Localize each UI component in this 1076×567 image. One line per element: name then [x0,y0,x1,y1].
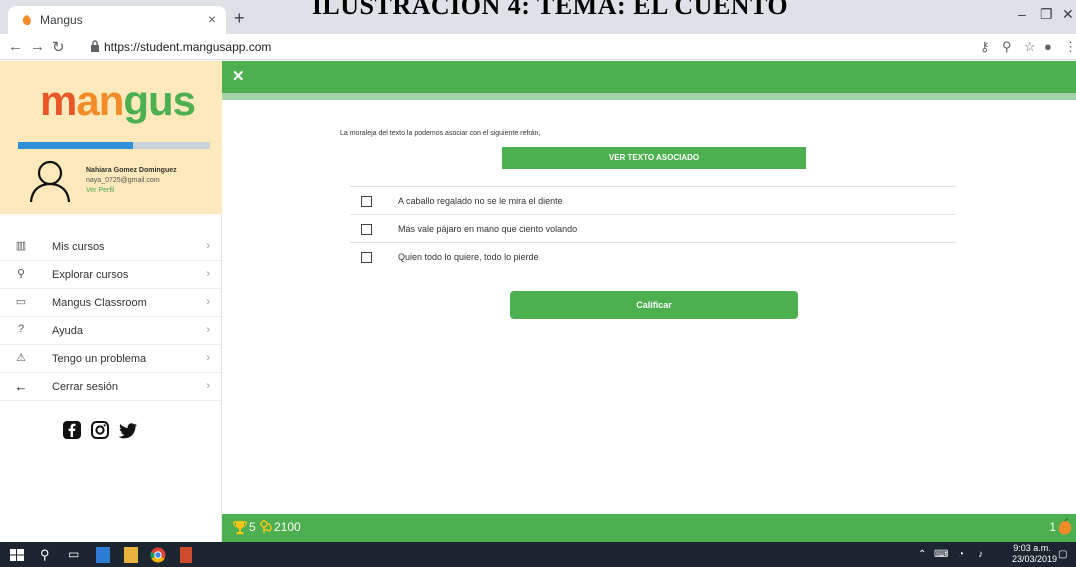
question-text: La moraleja del texto la podemos asociar… [340,130,541,137]
taskbar-search-icon[interactable]: ⚲ [40,547,50,563]
wifi-icon[interactable]: ◔ [958,549,964,560]
minimize-icon[interactable]: – [1018,6,1026,22]
address-bar[interactable]: https://student.mangusapp.com [90,37,790,57]
sidebar-item-mangus-classroom[interactable]: ▭ Mangus Classroom › [0,289,222,317]
course-progress-bar [18,142,210,149]
url-text: https://student.mangusapp.com [104,40,272,54]
answer-checkbox[interactable] [361,252,372,263]
zoom-icon[interactable]: ⚲ [1002,39,1012,55]
points-icon [260,520,272,533]
mangus-logo[interactable]: mangus [40,77,196,125]
help-icon: ? [17,323,25,335]
sidebar-item-label: Cerrar sesión [52,381,119,393]
account-icon[interactable]: ● [1044,39,1052,54]
sidebar-item-cerrar-sesion[interactable]: ← Cerrar sesión › [0,373,222,401]
chevron-right-icon: › [206,352,210,364]
answer-label: Más vale pájaro en mano que ciento volan… [398,224,578,234]
chevron-right-icon: › [206,268,210,280]
logout-icon: ← [14,379,28,394]
user-email: naya_0725@gmail.com [86,177,160,184]
chevron-right-icon: › [206,380,210,392]
sidebar-menu: ▥ Mis cursos › ⚲ Explorar cursos › ▭ Man… [0,233,222,401]
key-icon[interactable]: ⚷ [980,39,990,55]
chevron-right-icon: › [206,240,210,252]
sidebar-item-ayuda[interactable]: ? Ayuda › [0,317,222,345]
user-name: Nahiara Gomez Dominguez [86,167,177,174]
reload-icon[interactable]: ↻ [52,38,65,56]
back-icon[interactable]: ← [8,38,23,55]
answer-checkbox[interactable] [361,224,372,235]
instagram-icon[interactable] [90,420,110,440]
tab-title: Mangus [40,13,83,27]
mango-icon [1058,518,1072,535]
sidebar-item-tengo-un-problema[interactable]: ⚠ Tengo un problema › [0,345,222,373]
lives-count: 1 [1049,520,1056,534]
answer-option[interactable]: A caballo regalado no se le mira el dien… [350,187,956,215]
answer-option[interactable]: Quien todo lo quiere, todo lo pierde [350,243,956,271]
file-explorer-icon[interactable] [124,547,138,563]
stats-bar: 5 2100 1 [222,514,1076,542]
clock-time: 9:03 a.m. [1013,543,1051,553]
sidebar-item-label: Mangus Classroom [52,297,147,309]
clock-date: 23/03/2019 [1012,554,1058,564]
app-icon[interactable] [180,547,192,563]
answer-options: A caballo regalado no se le mira el dien… [350,186,956,271]
course-progress-fill [18,142,134,149]
close-lesson-icon[interactable]: ✕ [232,67,245,85]
media-player-icon[interactable] [96,547,110,563]
avatar-icon[interactable] [28,158,72,204]
lesson-header-bar: ✕ [222,61,1076,93]
mangus-favicon-icon [22,15,31,26]
warning-icon: ⚠ [16,352,26,364]
windows-start-icon[interactable] [10,547,24,563]
sidebar-item-explorar-cursos[interactable]: ⚲ Explorar cursos › [0,261,222,289]
points-count: 2100 [274,520,301,534]
lock-icon [91,40,99,52]
sidebar-item-label: Tengo un problema [52,353,147,365]
view-associated-text-button[interactable]: VER TEXTO ASOCIADO [502,147,806,169]
notifications-icon[interactable]: ▢ [1058,549,1067,560]
window-close-icon[interactable]: ✕ [1062,6,1074,23]
tab-close-icon[interactable]: × [208,11,216,27]
classroom-icon: ▭ [15,296,27,308]
restore-icon[interactable]: ❐ [1040,6,1053,23]
windows-taskbar: ⚲ ▭ ⌃ ⌨ ◔ ♪ 9:03 a.m. 23/03/2019 ▢ [0,542,1076,567]
sidebar-item-label: Explorar cursos [52,269,129,281]
answer-checkbox[interactable] [361,196,372,207]
forward-icon[interactable]: → [30,38,45,55]
browser-toolbar: ← → ↻ https://student.mangusapp.com ⚷ ⚲ … [0,34,1076,60]
trophy-count: 5 [249,520,256,534]
sidebar-item-mis-cursos[interactable]: ▥ Mis cursos › [0,233,222,261]
new-tab-button[interactable]: + [234,8,245,29]
system-clock[interactable]: 9:03 a.m. 23/03/2019 [1012,543,1058,565]
sidebar-item-label: Ayuda [52,325,83,337]
bookmark-star-icon[interactable]: ☆ [1024,39,1036,55]
search-icon: ⚲ [16,268,26,280]
volume-icon[interactable]: ♪ [978,549,983,560]
trophy-icon [233,521,247,535]
chevron-right-icon: › [206,324,210,336]
browser-tab[interactable]: Mangus × [8,6,226,34]
answer-label: Quien todo lo quiere, todo lo pierde [398,252,539,262]
answer-option[interactable]: Más vale pájaro en mano que ciento volan… [350,215,956,243]
submit-grade-button[interactable]: Calificar [510,291,798,319]
chrome-icon[interactable] [150,547,166,563]
social-links [62,420,172,444]
map-icon: ▥ [15,240,27,252]
tray-expand-icon[interactable]: ⌃ [918,549,926,560]
facebook-icon[interactable] [62,420,82,440]
lesson-progress-stripe [222,93,1076,100]
sidebar: mangus Nahiara Gomez Dominguez naya_0725… [0,61,222,542]
twitter-icon[interactable] [118,420,138,440]
chevron-right-icon: › [206,296,210,308]
input-method-icon[interactable]: ⌨ [934,549,948,560]
answer-label: A caballo regalado no se le mira el dien… [398,196,563,206]
profile-area: mangus Nahiara Gomez Dominguez naya_0725… [0,61,222,214]
sidebar-item-label: Mis cursos [52,241,105,253]
more-menu-icon[interactable]: ⋮ [1064,39,1076,55]
document-heading: ILUSTRACIÓN 4: TEMA: EL CUENTO [311,0,789,20]
task-view-icon[interactable]: ▭ [68,547,79,563]
view-profile-link[interactable]: Ver Perfil [86,187,114,194]
quiz-panel: La moraleja del texto la podemos asociar… [222,100,1076,514]
